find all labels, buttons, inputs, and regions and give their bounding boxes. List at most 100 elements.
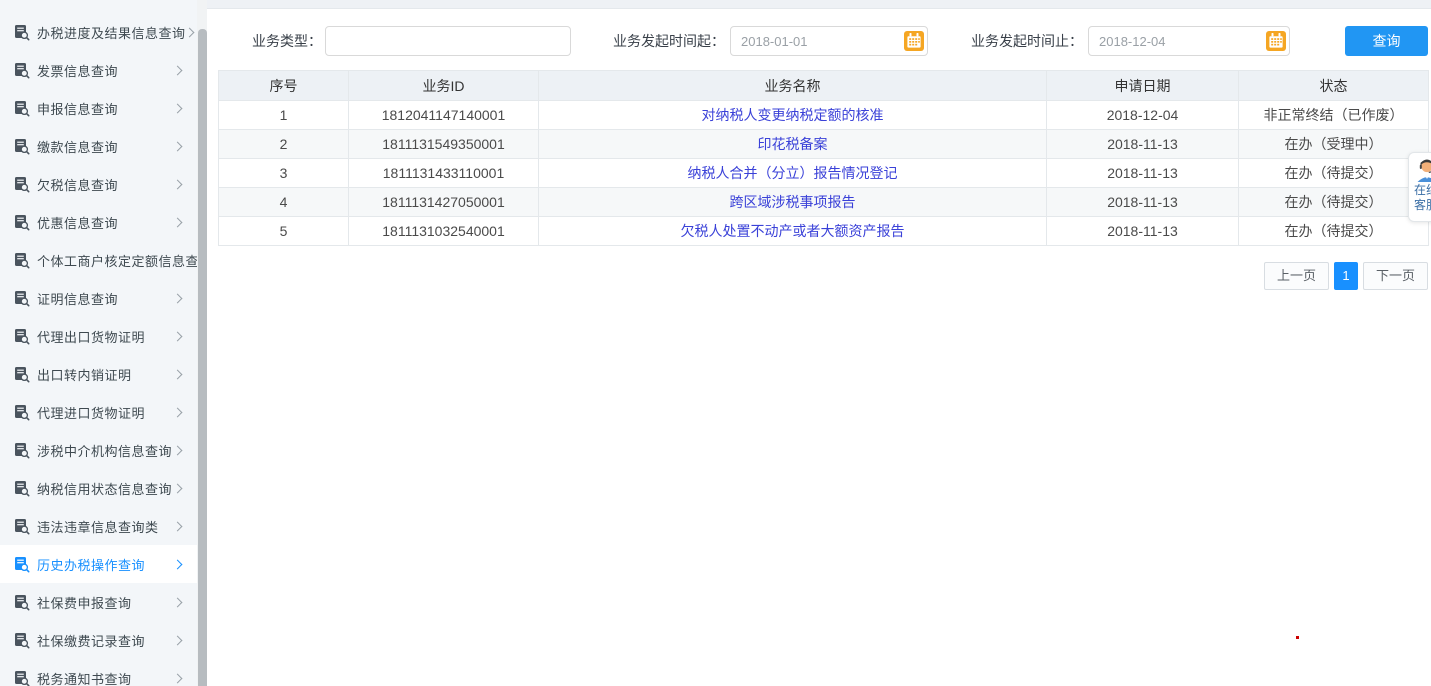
cell-status: 非正常终结（已作废） bbox=[1239, 101, 1429, 130]
cell-apply-date: 2018-11-13 bbox=[1047, 188, 1239, 217]
start-date-input[interactable] bbox=[730, 26, 928, 56]
tax-progress-result-icon bbox=[13, 24, 30, 41]
cell-apply-date: 2018-12-04 bbox=[1047, 101, 1239, 130]
import-agent-cert-icon bbox=[13, 404, 30, 421]
preference-info-icon bbox=[13, 214, 30, 231]
col-header-business-name: 业务名称 bbox=[539, 71, 1047, 101]
chevron-right-icon bbox=[173, 103, 183, 113]
sidebar-item[interactable]: 代理出口货物证明 bbox=[0, 317, 197, 355]
sidebar-item-label: 涉税中介机构信息查询 bbox=[37, 441, 172, 460]
business-name-link[interactable]: 欠税人处置不动产或者大额资产报告 bbox=[681, 223, 905, 239]
cell-index: 3 bbox=[219, 159, 349, 188]
cell-business-name: 跨区域涉税事项报告 bbox=[539, 188, 1047, 217]
scrollbar-thumb[interactable] bbox=[198, 29, 207, 686]
chevron-right-icon bbox=[173, 65, 183, 75]
sidebar-item[interactable]: 申报信息查询 bbox=[0, 89, 197, 127]
sidebar-item-label: 证明信息查询 bbox=[37, 289, 118, 308]
online-service-widget[interactable]: 在线 客服 bbox=[1408, 152, 1431, 222]
sidebar-item-label: 办税进度及结果信息查询 bbox=[37, 23, 186, 42]
cell-business-id: 1811131433110001 bbox=[349, 159, 539, 188]
cell-index: 5 bbox=[219, 217, 349, 246]
cell-business-id: 1811131032540001 bbox=[349, 217, 539, 246]
chevron-right-icon bbox=[173, 179, 183, 189]
cell-index: 2 bbox=[219, 130, 349, 159]
certificate-info-icon bbox=[13, 290, 30, 307]
cell-business-id: 1811131549350001 bbox=[349, 130, 539, 159]
page-number-button[interactable]: 1 bbox=[1334, 262, 1358, 290]
prev-page-button[interactable]: 上一页 bbox=[1264, 262, 1329, 290]
chevron-right-icon bbox=[173, 635, 183, 645]
calendar-icon[interactable] bbox=[1266, 31, 1286, 51]
sidebar-item[interactable]: 纳税信用状态信息查询 bbox=[0, 469, 197, 507]
cell-apply-date: 2018-11-13 bbox=[1047, 217, 1239, 246]
sidebar-item[interactable]: 办税进度及结果信息查询 bbox=[0, 13, 197, 51]
quota-info-icon bbox=[13, 252, 30, 269]
sidebar-scrollbar[interactable] bbox=[197, 0, 207, 686]
sidebar-item[interactable]: 出口转内销证明 bbox=[0, 355, 197, 393]
sidebar-item[interactable]: 违法违章信息查询类 bbox=[0, 507, 197, 545]
social-declare-icon bbox=[13, 594, 30, 611]
red-dot-artifact bbox=[1296, 636, 1299, 639]
chevron-right-icon bbox=[184, 27, 194, 37]
col-header-apply-date: 申请日期 bbox=[1047, 71, 1239, 101]
sidebar-item[interactable]: 优惠信息查询 bbox=[0, 203, 197, 241]
chevron-right-icon bbox=[173, 445, 183, 455]
top-strip bbox=[207, 0, 1431, 9]
table-header-row: 序号 业务ID 业务名称 申请日期 状态 bbox=[219, 71, 1429, 101]
next-page-button[interactable]: 下一页 bbox=[1363, 262, 1428, 290]
sidebar-menu: 办税进度及结果信息查询发票信息查询申报信息查询缴款信息查询欠税信息查询优惠信息查… bbox=[0, 0, 197, 686]
business-name-link[interactable]: 纳税人合并（分立）报告情况登记 bbox=[688, 165, 898, 181]
chevron-right-icon bbox=[173, 483, 183, 493]
history-tax-query-page: 办税进度及结果信息查询发票信息查询申报信息查询缴款信息查询欠税信息查询优惠信息查… bbox=[0, 0, 1431, 686]
tax-credit-status-icon bbox=[13, 480, 30, 497]
start-date-label: 业务发起时间起： bbox=[607, 26, 725, 56]
sidebar-item[interactable]: 发票信息查询 bbox=[0, 51, 197, 89]
table-row: 11812041147140001对纳税人变更纳税定额的核准2018-12-04… bbox=[219, 101, 1429, 130]
sidebar-item[interactable]: 证明信息查询 bbox=[0, 279, 197, 317]
business-type-input[interactable] bbox=[325, 26, 571, 56]
service-label-line2: 客服 bbox=[1414, 198, 1431, 213]
business-name-link[interactable]: 跨区域涉税事项报告 bbox=[730, 194, 856, 210]
cell-business-name: 欠税人处置不动产或者大额资产报告 bbox=[539, 217, 1047, 246]
table-row: 31811131433110001纳税人合并（分立）报告情况登记2018-11-… bbox=[219, 159, 1429, 188]
sidebar-item[interactable]: 社保缴费记录查询 bbox=[0, 621, 197, 659]
sidebar-item[interactable]: 税务通知书查询 bbox=[0, 659, 197, 686]
business-name-link[interactable]: 对纳税人变更纳税定额的核准 bbox=[702, 107, 884, 123]
cell-status: 在办（待提交） bbox=[1239, 159, 1429, 188]
chevron-right-icon bbox=[173, 141, 183, 151]
end-date-input[interactable] bbox=[1088, 26, 1290, 56]
query-button[interactable]: 查询 bbox=[1345, 26, 1428, 56]
tax-arrears-icon bbox=[13, 176, 30, 193]
col-header-business-id: 业务ID bbox=[349, 71, 539, 101]
business-name-link[interactable]: 印花税备案 bbox=[758, 136, 828, 152]
sidebar-item[interactable]: 欠税信息查询 bbox=[0, 165, 197, 203]
sidebar-item[interactable]: 涉税中介机构信息查询 bbox=[0, 431, 197, 469]
sidebar-item[interactable]: 历史办税操作查询 bbox=[0, 545, 197, 583]
tax-agency-info-icon bbox=[13, 442, 30, 459]
cell-status: 在办（待提交） bbox=[1239, 188, 1429, 217]
service-label-line1: 在线 bbox=[1414, 183, 1431, 198]
sidebar-item[interactable]: 代理进口货物证明 bbox=[0, 393, 197, 431]
sidebar-item-label: 优惠信息查询 bbox=[37, 213, 118, 232]
calendar-icon[interactable] bbox=[904, 31, 924, 51]
invoice-info-icon bbox=[13, 62, 30, 79]
sidebar-item-label: 历史办税操作查询 bbox=[37, 555, 145, 574]
sidebar-item-label: 出口转内销证明 bbox=[37, 365, 132, 384]
sidebar-item-label: 纳税信用状态信息查询 bbox=[37, 479, 172, 498]
cell-business-id: 1812041147140001 bbox=[349, 101, 539, 130]
chevron-right-icon bbox=[173, 331, 183, 341]
col-header-index: 序号 bbox=[219, 71, 349, 101]
cell-apply-date: 2018-11-13 bbox=[1047, 130, 1239, 159]
sidebar-item[interactable]: 社保费申报查询 bbox=[0, 583, 197, 621]
sidebar-item-label: 社保费申报查询 bbox=[37, 593, 132, 612]
chevron-right-icon bbox=[173, 369, 183, 379]
cell-business-id: 1811131427050001 bbox=[349, 188, 539, 217]
sidebar-item-label: 缴款信息查询 bbox=[37, 137, 118, 156]
table-row: 21811131549350001印花税备案2018-11-13在办（受理中） bbox=[219, 130, 1429, 159]
sidebar-item[interactable]: 个体工商户核定定额信息查询 bbox=[0, 241, 197, 279]
declaration-info-icon bbox=[13, 100, 30, 117]
sidebar-item[interactable]: 缴款信息查询 bbox=[0, 127, 197, 165]
end-date-label: 业务发起时间止： bbox=[965, 26, 1083, 56]
chevron-right-icon bbox=[173, 217, 183, 227]
chevron-right-icon bbox=[173, 521, 183, 531]
